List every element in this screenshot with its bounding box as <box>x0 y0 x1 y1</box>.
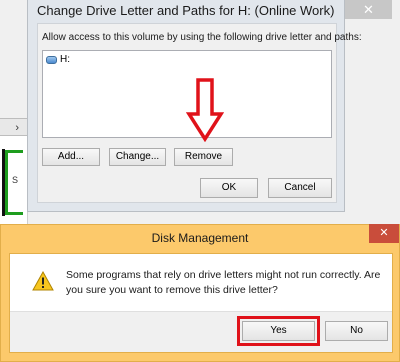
dialog-body: Some programs that rely on drive letters… <box>9 253 393 353</box>
disk-management-dialog: Disk Management ✕ Some programs that rel… <box>0 224 400 362</box>
dialog-title: Change Drive Letter and Paths for H: (On… <box>37 3 335 18</box>
list-item[interactable]: H: <box>46 54 70 65</box>
confirmation-message: Some programs that rely on drive letters… <box>66 269 381 296</box>
background-panel <box>0 0 27 118</box>
change-button[interactable]: Change... <box>109 148 166 166</box>
add-button[interactable]: Add... <box>42 148 100 166</box>
window-edge <box>392 0 400 225</box>
instruction-text: Allow access to this volume by using the… <box>42 32 362 43</box>
drive-icon <box>46 55 57 64</box>
yes-button[interactable]: Yes <box>242 321 315 341</box>
drive-label: H: <box>60 54 70 65</box>
no-button[interactable]: No <box>325 321 388 341</box>
scroll-right-button[interactable]: › <box>0 118 27 136</box>
warning-icon <box>32 271 54 291</box>
remove-button[interactable]: Remove <box>174 148 233 166</box>
volume-block-label: S <box>12 175 24 195</box>
dialog-footer: Yes No <box>10 311 392 352</box>
cancel-button[interactable]: Cancel <box>268 178 332 198</box>
arrow-down-icon <box>186 78 224 142</box>
close-button[interactable]: ✕ <box>369 224 399 243</box>
dialog-title: Disk Management <box>151 231 249 245</box>
close-button[interactable]: ✕ <box>345 0 392 19</box>
volume-block[interactable]: S <box>5 150 24 215</box>
ok-button[interactable]: OK <box>200 178 258 198</box>
